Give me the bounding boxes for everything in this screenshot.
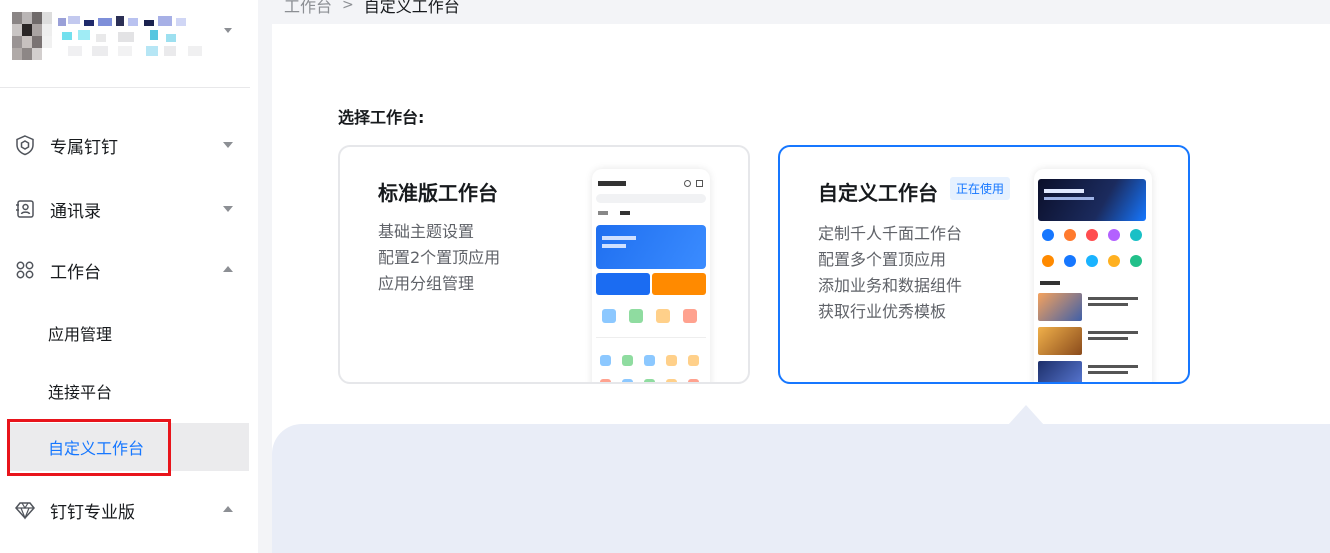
in-use-badge: 正在使用 [950,177,1011,200]
breadcrumb-root[interactable]: 工作台 [284,0,332,17]
card-feature: 添加业务和数据组件 [818,276,963,295]
sidebar-item-label: 工作台 [50,262,101,283]
card-feature-list: 定制千人千面工作台 配置多个置顶应用 添加业务和数据组件 获取行业优秀模板 [818,221,962,325]
config-panel [272,424,1330,553]
caret-down-icon [223,142,233,148]
sidebar-subitem-label: 连接平台 [48,383,113,402]
org-avatar [12,12,52,60]
contacts-icon [16,200,34,218]
breadcrumb: 工作台 > 自定义工作台 [284,0,460,16]
sidebar-item-label: 通讯录 [50,201,101,222]
section-title: 选择工作台: [338,108,425,127]
breadcrumb-separator: > [342,0,354,13]
sidebar-item-label: 钉钉专业版 [50,502,135,523]
sidebar-subitem-label: 自定义工作台 [48,439,145,458]
card-feature: 配置2个置顶应用 [378,248,501,267]
apps-grid-icon [16,261,34,279]
chevron-down-icon [224,28,232,33]
caret-down-icon [223,206,233,212]
sidebar-subitem-app-management[interactable]: 应用管理 [10,309,249,357]
card-title: 自定义工作台 [818,181,938,205]
sidebar-subitem-connect-platform[interactable]: 连接平台 [10,367,249,415]
card-feature: 配置多个置顶应用 [818,250,947,269]
sidebar-item-exclusive-dingtalk[interactable]: 专属钉钉 [0,121,250,169]
card-feature: 基础主题设置 [378,222,475,241]
card-feature: 定制千人千面工作台 [818,224,963,243]
sidebar-subitem-label: 应用管理 [48,325,113,344]
sidebar-item-dingtalk-pro[interactable]: 钉钉专业版 [0,486,250,534]
sidebar-item-contacts[interactable]: 通讯录 [0,185,250,233]
standard-workbench-preview-image [592,169,710,382]
org-name-blurred [58,16,218,60]
caret-up-icon [223,506,233,512]
breadcrumb-current: 自定义工作台 [363,0,460,16]
card-feature: 获取行业优秀模板 [818,302,947,321]
diamond-icon [15,502,35,520]
selection-pointer [1008,405,1044,425]
main-content: 选择工作台: 标准版工作台 基础主题设置 配置2个置顶应用 应用分组管理 自定义… [272,24,1330,553]
caret-up-icon [223,266,233,272]
sidebar-item-label: 专属钉钉 [50,137,118,158]
custom-workbench-preview-image [1034,169,1152,382]
standard-workbench-card[interactable]: 标准版工作台 基础主题设置 配置2个置顶应用 应用分组管理 [338,145,750,384]
card-title: 标准版工作台 [378,181,498,205]
org-switcher[interactable] [0,0,250,88]
card-feature: 应用分组管理 [378,274,475,293]
custom-workbench-card[interactable]: 自定义工作台 正在使用 定制千人千面工作台 配置多个置顶应用 添加业务和数据组件… [778,145,1190,384]
sidebar: 专属钉钉 通讯录 工作台 应用管理 连接平台 自定义工作台 钉钉专业版 [0,0,258,553]
card-feature-list: 基础主题设置 配置2个置顶应用 应用分组管理 [378,219,500,297]
sidebar-item-workbench[interactable]: 工作台 [0,246,250,294]
sidebar-subitem-custom-workbench[interactable]: 自定义工作台 [10,423,249,471]
shield-icon [16,135,34,156]
